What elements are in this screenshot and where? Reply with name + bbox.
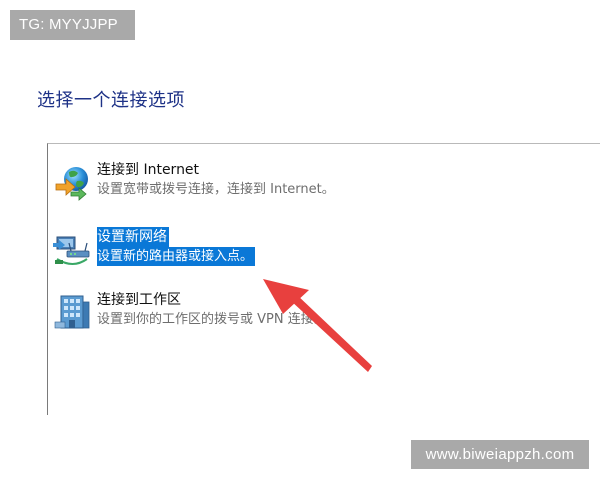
option-setup-new-network[interactable]: 设置新网络 设置新的路由器或接入点。 — [53, 227, 573, 273]
option-description: 设置到你的工作区的拨号或 VPN 连接。 — [97, 312, 327, 327]
option-connect-internet[interactable]: 连接到 Internet 设置宽带或拨号连接，连接到 Internet。 — [53, 160, 573, 206]
page-title: 选择一个连接选项 — [37, 90, 185, 111]
internet-globe-icon — [55, 167, 88, 201]
option-title: 连接到 Internet — [97, 162, 200, 178]
watermark-bottom-right: www.biweiappzh.com — [411, 440, 589, 469]
option-description: 设置新的路由器或接入点。 — [97, 247, 256, 266]
workplace-icon — [54, 295, 90, 329]
option-title: 设置新网络 — [97, 227, 169, 247]
option-description: 设置宽带或拨号连接，连接到 Internet。 — [97, 182, 335, 197]
watermark-top-left: TG: MYYJJPP — [10, 10, 135, 40]
option-title: 连接到工作区 — [97, 292, 181, 308]
connection-option-list: 连接到 Internet 设置宽带或拨号连接，连接到 Internet。 设置新… — [47, 143, 600, 415]
option-connect-workplace[interactable]: 连接到工作区 设置到你的工作区的拨号或 VPN 连接。 — [53, 290, 573, 336]
new-network-icon — [53, 236, 90, 265]
